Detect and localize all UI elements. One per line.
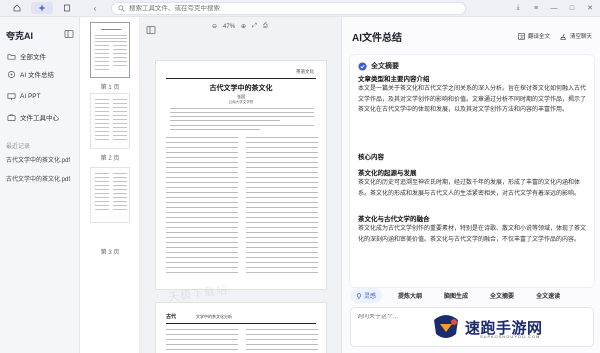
sidebar-item-ai-ppt[interactable]: AI PPT [4,88,76,104]
document-page-2: 古代 文学中的茶文化分析 [155,302,327,353]
translate-label: 翻译全文 [527,34,550,40]
block-text: 本文是一篇关于茶文化和古代文学之间关系的深入分析。旨在探讨茶文化如何融入古代文学… [358,86,587,113]
sidebar-item-label: 文件工具中心 [20,115,59,122]
block-heading: 茶文化的起源与发展 [358,170,417,177]
menu-icon[interactable]: ≡ [530,2,542,14]
translate-icon: 文 [518,32,525,40]
mindmap-chip[interactable]: 脑图生成 [438,288,474,303]
document-icon [64,4,70,12]
thumbnail-label: 第 2 页 [100,156,120,162]
clear-chat-button[interactable]: 清空聊天 [560,32,592,40]
header-rule [166,323,316,324]
summary-icon [358,61,367,71]
close-icon[interactable]: ✕ [584,2,596,14]
block-heading: 茶文化与古代文学的融合 [358,216,430,223]
block-heading: 核心内容 [358,154,384,161]
zoom-out-icon[interactable]: ⊖ [212,23,217,30]
sidebar-item-ai-summary[interactable]: AI 文件总结 [4,66,76,82]
print-icon[interactable]: ⎙ [263,23,268,30]
download-icon[interactable]: ⤓ [512,2,524,14]
minimize-icon[interactable]: — [548,2,560,14]
summary-block: 茶文化与古代文学的融合 茶文化成为古代文学创作的重要素材，特别是在诗歌、散文和小… [358,215,586,245]
thumbnail-page-1[interactable] [90,22,130,78]
sidebar-item-tools-center[interactable]: 文件工具中心 [4,109,76,125]
brand-watermark: 速跑手游网 SUPAOSHOUYOU.COM [430,312,543,342]
card-header: 全文摘要 [358,61,399,71]
document-affiliation: 云南大学文学院 [228,100,254,104]
recent-file-item[interactable]: 古代文学中的茶文化.pdf [6,174,70,183]
search-input[interactable] [129,5,449,12]
brand-logo-icon [434,315,458,338]
sparkle-icon [38,4,46,12]
page-2-subheading: 文学中的茶文化分析 [196,314,232,319]
maximize-icon[interactable]: □ [566,2,578,14]
document-title: 古代文学中的茶文化 [209,83,273,92]
summary-block: 核心内容 [358,153,586,162]
block-heading: 文章类型和主要内容介绍 [358,76,430,83]
panel-title: AI文件总结 [352,33,402,44]
zoom-in-icon[interactable]: ⊕ [241,23,246,30]
header-rule [166,78,316,79]
block-text: 茶文化成为古代文学创作的重要素材，特别是在诗歌、散文和小说等领域，体现了茶文化的… [358,226,587,243]
fit-page-icon[interactable]: ⤢ [252,23,257,30]
panel-actions: 文 翻译全文 清空聊天 [518,32,592,40]
clear-chat-label: 清空聊天 [569,34,592,40]
home-tab[interactable] [6,2,28,14]
window-tabs [6,2,80,15]
thumbnail-page-3[interactable] [90,167,130,223]
recent-section-label: 最近记录 [6,144,31,150]
back-arrow-icon[interactable]: ‹ [90,3,100,13]
zoom-level: 47% [223,23,236,30]
svg-text:文: 文 [520,33,525,40]
window-controls: ⤓ ≡ — □ ✕ [512,2,596,14]
summary-block: 茶文化的起源与发展 茶文化的历史可追溯至神农氏时期，经过数千年的发展，形成了丰富… [358,169,586,199]
thumbnail-label: 第 1 页 [100,85,120,91]
doc-tab[interactable] [56,2,78,14]
search-bar[interactable] [111,2,466,15]
translate-button[interactable]: 文 翻译全文 [518,32,550,40]
document-viewer: ⊖ 47% ⊕ ⤢ ⎙ 茶道文化 古代文学中的茶文化 张国 云南大学文学院 古代… [140,17,342,353]
folder-icon [7,53,16,60]
thumbnail-label: 第 3 页 [100,250,120,256]
broom-icon [560,33,566,40]
sidebar-item-label: 全部文件 [20,54,46,61]
document-page-1: 茶道文化 古代文学中的茶文化 张国 云南大学文学院 [155,60,327,290]
speed-read-chip[interactable]: 全文速读 [530,288,566,303]
outline-chip[interactable]: 提炼大纲 [392,288,428,303]
suggestion-chips: 灵感 提炼大纲 脑图生成 全文摘要 全文速读 [350,288,566,303]
sidebar-item-label: AI 文件总结 [20,72,54,79]
panel-toggle-icon[interactable] [146,25,156,35]
page-thumbnails: 第 1 页 第 2 页 第 3 页 [80,17,140,353]
ai-summary-icon [7,70,16,78]
search-icon [118,5,125,12]
top-bar: ‹ › ⤓ ≡ — □ ✕ [0,0,600,17]
bulb-icon [356,292,362,299]
card-title: 全文摘要 [371,63,399,70]
block-text: 茶文化的历史可追溯至神农氏时期，经过数千年的发展，形成了丰富的文化内涵和体系。茶… [358,180,581,197]
ai-tab[interactable] [31,2,53,14]
summary-card: 全文摘要 文章类型和主要内容介绍 本文是一篇关于茶文化和古代文学之间关系的深入分… [350,55,594,287]
running-head: 茶道文化 [296,69,314,74]
brand-watermark-sub: SUPAOSHOUYOU.COM [480,334,541,339]
home-icon [13,4,21,12]
zoom-toolbar: ⊖ 47% ⊕ ⤢ ⎙ [212,23,268,30]
sidebar-item-all-files[interactable]: 全部文件 [4,48,76,64]
sidebar-item-label: AI PPT [20,92,41,100]
chip-label: 灵感 [364,294,377,300]
recent-file-item[interactable]: 古代文学中的茶文化.pdf [6,155,70,164]
page-2-heading: 古代 [166,314,177,320]
toolbox-icon [7,113,16,121]
thumbnail-page-2[interactable] [90,93,130,149]
inspiration-chip[interactable]: 灵感 [350,288,383,303]
collapse-sidebar-icon[interactable] [64,29,74,39]
summary-block: 文章类型和主要内容介绍 本文是一篇关于茶文化和古代文学之间关系的深入分析。旨在探… [358,75,586,116]
full-summary-chip[interactable]: 全文摘要 [484,288,520,303]
ai-summary-panel: AI文件总结 文 翻译全文 清空聊天 全文摘要 文章类型和主要内容介绍 本文是一… [342,17,600,353]
presentation-icon [7,92,16,100]
app-brand: 夸克AI [6,31,34,41]
left-sidebar: 夸克AI 全部文件 AI 文件总结 AI PPT 文件工具中心 最近记录 古代文… [0,17,80,353]
